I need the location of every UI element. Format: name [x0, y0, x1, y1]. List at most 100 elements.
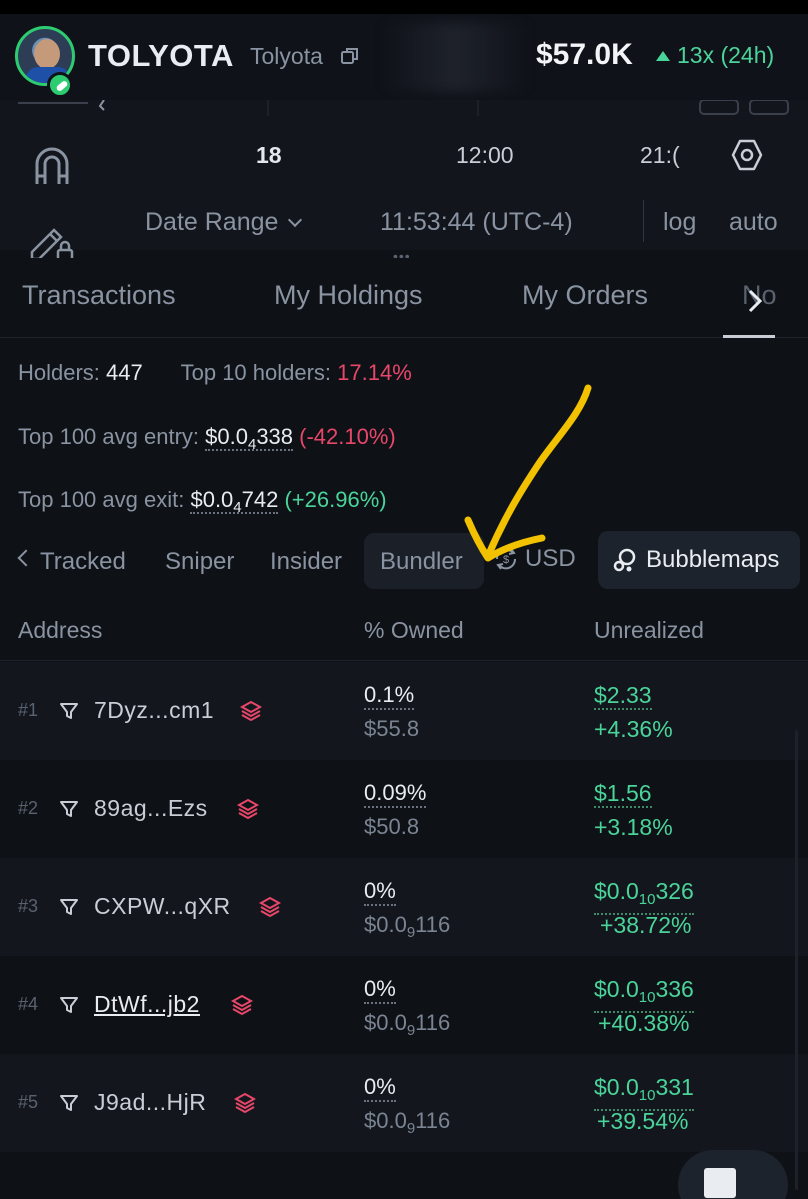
- unrealized-usd[interactable]: $2.33: [594, 682, 652, 710]
- holder-address[interactable]: CXPW...qXR: [94, 893, 231, 920]
- unrealized-usd[interactable]: $0.010326: [594, 878, 694, 915]
- time-axis-label: 21:(: [640, 142, 680, 168]
- holder-rank: #4: [18, 994, 39, 1014]
- layers-icon: [233, 1092, 257, 1114]
- currency-toggle[interactable]: $ USD: [493, 545, 576, 573]
- layers-icon: [230, 994, 254, 1016]
- filter-icon[interactable]: [59, 1093, 79, 1113]
- column-header-address[interactable]: Address: [18, 617, 102, 644]
- market-cap: $57.0K: [536, 38, 633, 71]
- filter-sniper[interactable]: Sniper: [165, 548, 234, 576]
- layers-icon: [236, 798, 260, 820]
- layers-icon: [239, 700, 263, 722]
- holder-rank: #1: [18, 700, 39, 720]
- currency-label: USD: [525, 545, 576, 572]
- unrealized-percent: +40.38%: [598, 1010, 690, 1036]
- unrealized-usd[interactable]: $0.010336: [594, 976, 694, 1013]
- holders-label: Holders:: [18, 360, 100, 385]
- avg-entry-change: (-42.10%): [299, 424, 396, 449]
- date-range-dropdown[interactable]: Date Range: [145, 208, 303, 237]
- column-header-owned[interactable]: % Owned: [364, 617, 464, 644]
- filter-icon[interactable]: [59, 995, 79, 1015]
- unrealized-percent: +4.36%: [594, 716, 673, 742]
- owned-percent[interactable]: 0.09%: [364, 780, 427, 808]
- holder-rank: #3: [18, 896, 39, 916]
- settings-icon[interactable]: [730, 138, 764, 172]
- price-change-value: 13x (24h): [677, 42, 775, 68]
- owned-percent[interactable]: 0%: [364, 1074, 396, 1102]
- chart-controls: 18 12:00 21:( Date Range 11:53:44 (UTC-4…: [0, 100, 808, 263]
- owned-percent[interactable]: 0%: [364, 976, 396, 1004]
- copy-icon[interactable]: [341, 47, 359, 65]
- filter-tracked[interactable]: Tracked: [40, 548, 126, 576]
- token-header: TOLYOTA Tolyota $57.0K 13x (24h): [0, 14, 808, 100]
- panel-tabs: Transactions My Holdings My Orders No: [0, 258, 808, 338]
- holder-filter-tabs: Tracked Sniper Insider Bundler $ USD Bub…: [0, 529, 808, 591]
- floating-action-button[interactable]: [678, 1150, 788, 1199]
- owned-usd: $50.8: [364, 814, 420, 839]
- avg-entry-price[interactable]: $0.04338: [205, 424, 294, 453]
- avg-entry-stat: Top 100 avg entry: $0.04338 (-42.10%): [18, 424, 396, 453]
- scrollbar[interactable]: [795, 730, 798, 1190]
- owned-percent[interactable]: 0.1%: [364, 682, 415, 710]
- table-row[interactable]: #5 J9ad...HjR 0% $0.09116 $0.010331 +39.…: [0, 1054, 808, 1152]
- tab-transactions[interactable]: Transactions: [22, 280, 176, 311]
- table-row[interactable]: #1 7Dyz...cm1 0.1% $55.8 $2.33 +4.36%: [0, 662, 808, 760]
- owned-percent[interactable]: 0%: [364, 878, 396, 906]
- magnet-icon[interactable]: [33, 146, 71, 186]
- filter-bundler[interactable]: Bundler: [364, 533, 484, 589]
- avg-exit-label: Top 100 avg exit:: [18, 487, 185, 512]
- holder-rank: #5: [18, 1092, 39, 1112]
- table-row[interactable]: #2 89ag...Ezs 0.09% $50.8 $1.56 +3.18%: [0, 760, 808, 858]
- owned-usd: $0.09116: [364, 1010, 451, 1039]
- holder-stats: Holders: 447 Top 10 holders: 17.14% Top …: [0, 338, 808, 528]
- tab-my-orders[interactable]: My Orders: [522, 280, 648, 311]
- owned-usd: $0.09116: [364, 912, 451, 941]
- log-scale-button[interactable]: log: [663, 208, 696, 237]
- holder-address[interactable]: J9ad...HjR: [94, 1089, 206, 1116]
- unrealized-percent: +38.72%: [600, 912, 692, 938]
- filter-insider[interactable]: Insider: [270, 548, 342, 576]
- unrealized-usd[interactable]: $0.010331: [594, 1074, 694, 1111]
- bubblemaps-icon: [613, 548, 636, 572]
- tab-my-holdings[interactable]: My Holdings: [274, 280, 423, 311]
- avg-exit-price[interactable]: $0.04742: [190, 487, 279, 516]
- chevron-right-icon[interactable]: [740, 286, 770, 316]
- divider: [643, 200, 644, 242]
- chart-clock[interactable]: 11:53:44 (UTC-4): [380, 208, 573, 237]
- top10-value: 17.14%: [337, 360, 412, 385]
- price-change: 13x (24h): [656, 42, 774, 69]
- filter-icon[interactable]: [59, 799, 79, 819]
- chart-edge: [18, 100, 789, 116]
- filter-icon[interactable]: [59, 701, 79, 721]
- auto-scale-button[interactable]: auto: [729, 208, 778, 237]
- bubblemaps-label: Bubblemaps: [646, 546, 780, 573]
- unrealized-usd[interactable]: $1.56: [594, 780, 652, 808]
- token-symbol: TOLYOTA: [88, 38, 234, 73]
- obscured-region: [380, 22, 530, 92]
- holder-address[interactable]: 7Dyz...cm1: [94, 697, 214, 724]
- owned-usd: $55.8: [364, 716, 420, 741]
- holder-address-link[interactable]: DtWf...jb2: [94, 991, 200, 1018]
- swap-currency-icon: $: [495, 548, 517, 570]
- bubblemaps-button[interactable]: Bubblemaps: [598, 531, 800, 589]
- holders-table-header: Address % Owned Unrealized: [0, 597, 808, 661]
- holder-rank: #2: [18, 798, 39, 818]
- chevron-left-icon[interactable]: [17, 549, 35, 567]
- filter-icon[interactable]: [59, 897, 79, 917]
- holders-table: #1 7Dyz...cm1 0.1% $55.8 $2.33 +4.36% #2…: [0, 662, 808, 1152]
- svg-text:$: $: [503, 554, 509, 566]
- time-axis-label: 18: [256, 142, 282, 168]
- unrealized-percent: +39.54%: [597, 1108, 689, 1134]
- chevron-down-icon: [288, 212, 303, 227]
- holders-count: 447: [106, 360, 143, 385]
- avg-exit-change: (+26.96%): [284, 487, 387, 512]
- layers-icon: [258, 896, 282, 918]
- table-row[interactable]: #3 CXPW...qXR 0% $0.09116 $0.010326 +38.…: [0, 858, 808, 956]
- table-row[interactable]: #4 DtWf...jb2 0% $0.09116 $0.010336 +40.…: [0, 956, 808, 1054]
- avatar-face: [34, 39, 60, 69]
- token-name: Tolyota: [250, 43, 323, 69]
- holder-address[interactable]: 89ag...Ezs: [94, 795, 208, 822]
- column-header-unrealized[interactable]: Unrealized: [594, 617, 704, 644]
- avg-entry-label: Top 100 avg entry:: [18, 424, 200, 449]
